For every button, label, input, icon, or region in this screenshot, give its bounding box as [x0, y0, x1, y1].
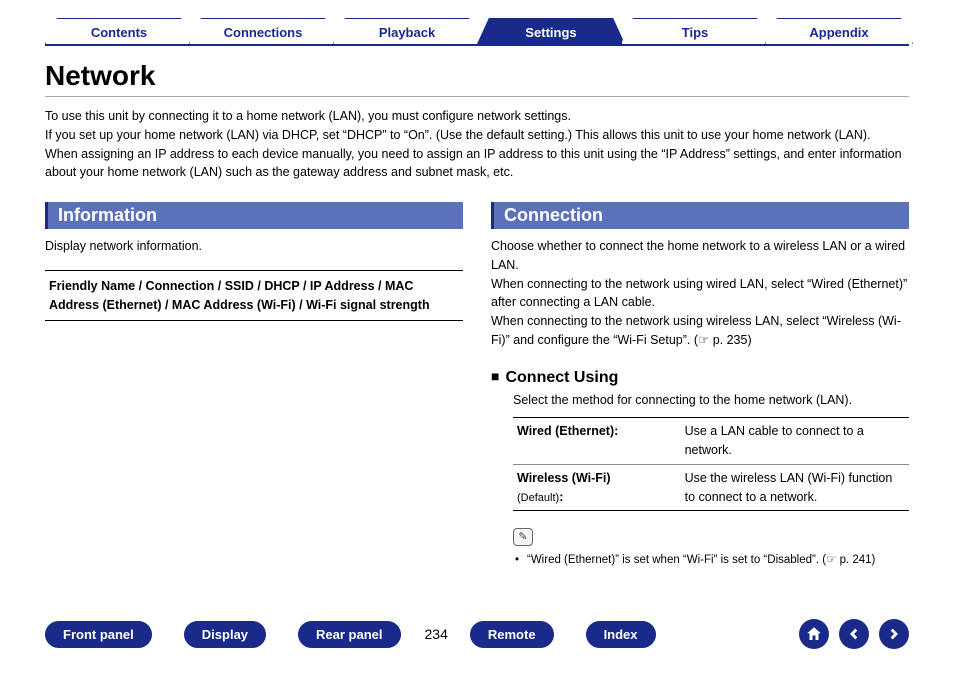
option-label: Wireless (Wi-Fi) (Default):: [513, 465, 681, 511]
footer-remote-button[interactable]: Remote: [470, 621, 554, 648]
option-label-colon: :: [559, 490, 563, 504]
information-desc: Display network information.: [45, 237, 463, 256]
option-label: Wired (Ethernet):: [513, 418, 681, 464]
information-fields-box: Friendly Name / Connection / SSID / DHCP…: [45, 270, 463, 322]
option-label-default: (Default): [517, 492, 559, 504]
connection-p3-ref[interactable]: p. 235): [713, 333, 752, 347]
square-bullet-icon: ■: [491, 368, 499, 384]
connect-using-options: Wired (Ethernet): Use a LAN cable to con…: [513, 417, 909, 511]
tab-playback[interactable]: Playback: [333, 18, 481, 44]
top-tabs: Contents Connections Playback Settings T…: [45, 18, 909, 46]
note-area: ✎ “Wired (Ethernet)” is set when “Wi-Fi”…: [513, 527, 909, 569]
connection-p2: When connecting to the network using wir…: [491, 277, 907, 310]
connection-p3: When connecting to the network using wir…: [491, 314, 901, 347]
intro-text: To use this unit by connecting it to a h…: [45, 107, 909, 182]
note-text: “Wired (Ethernet)” is set when “Wi-Fi” i…: [513, 552, 909, 569]
option-desc: Use a LAN cable to connect to a network.: [681, 418, 909, 464]
tab-settings[interactable]: Settings: [477, 18, 625, 44]
page-title: Network: [45, 60, 909, 97]
option-row-wired: Wired (Ethernet): Use a LAN cable to con…: [513, 418, 909, 465]
connect-using-desc: Select the method for connecting to the …: [513, 391, 909, 410]
tab-appendix[interactable]: Appendix: [765, 18, 913, 44]
home-icon[interactable]: [799, 619, 829, 649]
note-icon: ✎: [513, 528, 533, 546]
intro-line: If you set up your home network (LAN) vi…: [45, 128, 871, 142]
prev-page-icon[interactable]: [839, 619, 869, 649]
page-ref-icon: ☞: [698, 333, 713, 347]
page-ref-icon: ☞: [826, 554, 840, 566]
intro-line: When assigning an IP address to each dev…: [45, 147, 902, 180]
intro-line: To use this unit by connecting it to a h…: [45, 109, 571, 123]
tab-connections[interactable]: Connections: [189, 18, 337, 44]
page-number: 234: [425, 626, 448, 642]
left-column: Information Display network information.…: [45, 202, 463, 570]
footer-index-button[interactable]: Index: [586, 621, 656, 648]
tab-contents[interactable]: Contents: [45, 18, 193, 44]
connection-desc: Choose whether to connect the home netwo…: [491, 237, 909, 350]
option-row-wireless: Wireless (Wi-Fi) (Default): Use the wire…: [513, 465, 909, 511]
footer-bar: Front panel Display Rear panel 234 Remot…: [45, 619, 909, 649]
footer-rear-panel-button[interactable]: Rear panel: [298, 621, 400, 648]
sub-heading-label: Connect Using: [505, 369, 618, 386]
footer-front-panel-button[interactable]: Front panel: [45, 621, 152, 648]
option-label-main: Wireless (Wi-Fi): [517, 471, 611, 485]
sub-heading-connect-using: ■ Connect Using: [491, 368, 909, 387]
connection-p1: Choose whether to connect the home netwo…: [491, 239, 905, 272]
right-column: Connection Choose whether to connect the…: [491, 202, 909, 570]
tab-tips[interactable]: Tips: [621, 18, 769, 44]
footer-display-button[interactable]: Display: [184, 621, 266, 648]
section-heading-information: Information: [45, 202, 463, 229]
note-ref[interactable]: p. 241): [840, 554, 876, 566]
option-desc: Use the wireless LAN (Wi-Fi) function to…: [681, 465, 909, 511]
next-page-icon[interactable]: [879, 619, 909, 649]
nav-icons: [799, 619, 909, 649]
note-body: “Wired (Ethernet)” is set when “Wi-Fi” i…: [527, 554, 826, 566]
section-heading-connection: Connection: [491, 202, 909, 229]
